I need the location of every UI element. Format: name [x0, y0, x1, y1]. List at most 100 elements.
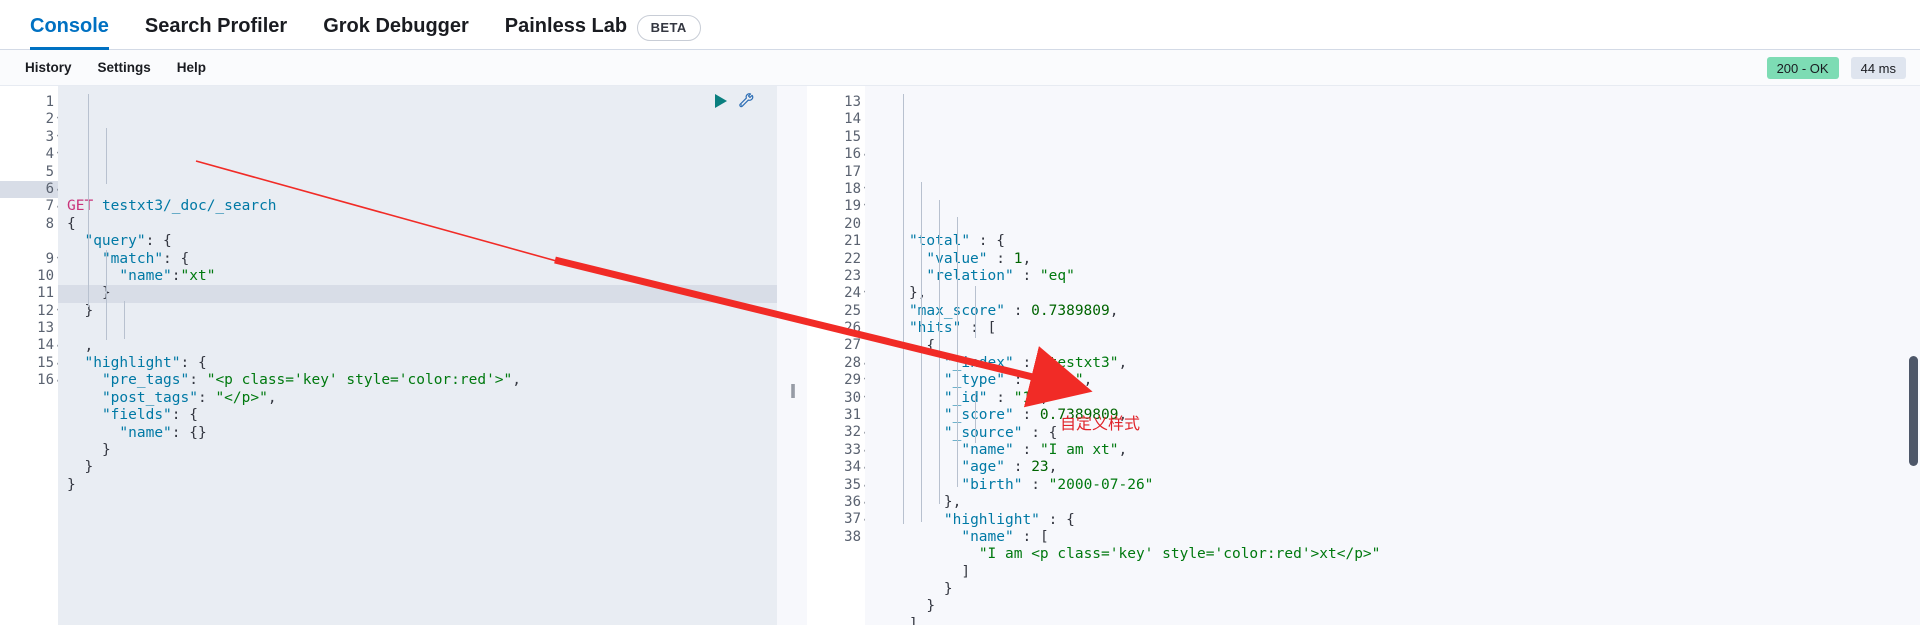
code-line[interactable]: "_score" : 0.7389809, — [874, 407, 1920, 424]
tab-painless-lab-label: Painless Lab — [504, 14, 628, 37]
line-number: 5 — [45, 163, 54, 180]
code-line[interactable]: "match": { — [67, 251, 777, 268]
response-pane[interactable]: 13141516▴1718▾19▾2021222324▾25262728▴29▾… — [807, 86, 1920, 625]
subnav-item-settings[interactable]: Settings — [85, 60, 164, 75]
line-number: 13 — [37, 320, 54, 337]
line-number: 11 — [37, 285, 54, 302]
line-number: 14 — [844, 111, 861, 128]
code-line[interactable]: "birth" : "2000-07-26" — [874, 477, 1920, 494]
code-line[interactable]: "name" : "I am xt", — [874, 442, 1920, 459]
line-number: 35▴ — [807, 477, 868, 494]
code-line[interactable]: "_index" : "testxt3", — [874, 355, 1920, 372]
tab-console[interactable]: Console — [12, 0, 127, 50]
code-line[interactable]: { — [67, 216, 777, 233]
code-line[interactable]: }, — [874, 494, 1920, 511]
subnav-item-help[interactable]: Help — [164, 60, 219, 75]
line-number: 4▾ — [0, 146, 62, 163]
code-line[interactable]: "highlight": { — [67, 355, 777, 372]
code-line[interactable]: "name":"xt" — [67, 268, 777, 285]
code-line[interactable]: "name" : [ — [874, 529, 1920, 546]
request-pane[interactable]: 12▾3▾4▾56▴7▴89▾101112▾1314▴15▴16▴ GET te… — [0, 86, 777, 625]
play-icon[interactable] — [715, 93, 727, 108]
wrench-icon[interactable] — [738, 92, 755, 109]
code-line[interactable]: } — [58, 285, 777, 303]
code-line[interactable]: "age" : 23, — [874, 459, 1920, 476]
code-line[interactable]: "I am <p class='key' style='color:red'>x… — [874, 546, 1920, 563]
line-number: 16▴ — [807, 146, 868, 163]
line-number: 33▴ — [807, 442, 868, 459]
console-app: Console Search Profiler Grok Debugger Pa… — [0, 0, 1920, 625]
line-number: 15▴ — [0, 355, 61, 372]
line-number: 32▴ — [807, 424, 868, 441]
code-line[interactable] — [67, 320, 777, 337]
code-line[interactable]: } — [67, 477, 777, 494]
line-number: 13 — [844, 94, 861, 110]
subnav-item-history[interactable]: History — [12, 60, 85, 75]
code-line[interactable]: }, — [874, 285, 1920, 302]
subnav-help-label: Help — [176, 60, 207, 75]
line-number: 21 — [844, 233, 861, 250]
line-number: 28▴ — [807, 355, 868, 372]
code-line[interactable]: "_source" : { — [874, 425, 1920, 442]
code-line[interactable]: } — [874, 581, 1920, 598]
line-number: 7▴ — [0, 198, 62, 215]
code-line[interactable]: "relation" : "eq" — [874, 268, 1920, 285]
line-number: 8 — [45, 215, 54, 232]
line-number: 18▾ — [807, 181, 868, 198]
response-scrollbar[interactable] — [1909, 356, 1918, 466]
tab-search-profiler-label: Search Profiler — [144, 14, 288, 37]
code-line[interactable]: "name": {} — [67, 425, 777, 442]
line-number: 26 — [844, 320, 861, 337]
request-gutter: 12▾3▾4▾56▴7▴89▾101112▾1314▴15▴16▴ — [0, 86, 62, 625]
editor-panes: 12▾3▾4▾56▴7▴89▾101112▾1314▴15▴16▴ GET te… — [0, 86, 1920, 625]
code-line[interactable]: "hits" : [ — [874, 320, 1920, 337]
code-line[interactable]: { — [874, 338, 1920, 355]
request-code[interactable]: GET testxt3/_doc/_search{ "query": { "ma… — [58, 86, 777, 625]
response-editor[interactable]: 13141516▴1718▾19▾2021222324▾25262728▴29▾… — [807, 86, 1920, 625]
line-number: 34▴ — [807, 459, 868, 476]
code-line[interactable]: } — [67, 442, 777, 459]
splitter-grip[interactable]: || — [790, 382, 796, 399]
code-line[interactable]: "max_score" : 0.7389809, — [874, 303, 1920, 320]
code-line[interactable]: "highlight" : { — [874, 512, 1920, 529]
tab-grok-debugger-label: Grok Debugger — [323, 14, 469, 37]
line-number: 15 — [844, 128, 861, 145]
line-number: 27 — [844, 337, 861, 354]
line-number: 25 — [844, 302, 861, 319]
line-number: 23 — [844, 267, 861, 284]
code-line[interactable]: "fields": { — [67, 407, 777, 424]
line-number: 12▾ — [0, 303, 61, 320]
line-number: 24▾ — [807, 285, 868, 302]
pane-splitter[interactable]: || — [777, 86, 807, 625]
line-number: 1 — [45, 94, 54, 110]
status-badge-code: 200 - OK — [1766, 57, 1839, 79]
line-number: 30▾ — [807, 390, 868, 407]
tab-grok-debugger[interactable]: Grok Debugger — [305, 0, 487, 50]
code-line[interactable]: "pre_tags": "<p class='key' style='color… — [67, 372, 777, 389]
subnav-settings-label: Settings — [97, 60, 151, 75]
code-line[interactable]: } — [67, 303, 777, 320]
code-line[interactable]: "total" : { — [874, 233, 1920, 250]
code-line[interactable]: "post_tags": "</p>", — [67, 390, 777, 407]
line-number: 14▴ — [0, 337, 61, 354]
response-status-group: 200 - OK 44 ms — [1766, 50, 1906, 86]
beta-badge: BETA — [636, 14, 701, 41]
response-code[interactable]: "total" : { "value" : 1, "relation" : "e… — [865, 86, 1920, 625]
line-number: 37▴ — [807, 511, 868, 528]
code-line[interactable]: GET testxt3/_doc/_search — [67, 198, 777, 215]
tab-search-profiler[interactable]: Search Profiler — [127, 0, 305, 50]
code-line[interactable]: ] — [874, 616, 1920, 625]
code-line[interactable]: } — [874, 598, 1920, 615]
code-line[interactable]: } — [67, 459, 777, 476]
code-line[interactable]: "_type" : "_doc", — [874, 372, 1920, 389]
subnav-history-label: History — [25, 60, 72, 75]
code-line[interactable]: "_id" : "1", — [874, 390, 1920, 407]
line-number: 22 — [844, 250, 861, 267]
code-line[interactable]: , — [67, 338, 777, 355]
request-editor[interactable]: 12▾3▾4▾56▴7▴89▾101112▾1314▴15▴16▴ GET te… — [0, 86, 777, 625]
status-badge-time: 44 ms — [1850, 57, 1906, 79]
code-line[interactable]: ] — [874, 564, 1920, 581]
tab-painless-lab[interactable]: Painless Lab BETA — [487, 0, 719, 50]
code-line[interactable]: "value" : 1, — [874, 251, 1920, 268]
code-line[interactable]: "query": { — [67, 233, 777, 250]
